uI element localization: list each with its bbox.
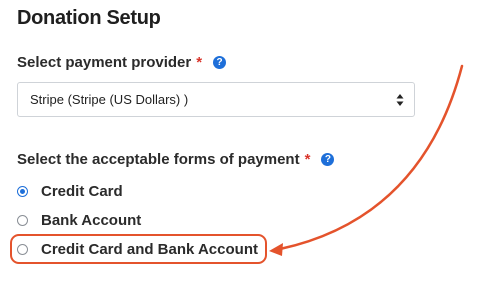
radio-button-checked[interactable] [17,186,28,197]
radio-button[interactable] [17,215,28,226]
chevron-up-down-icon [396,94,404,106]
page-title: Donation Setup [17,7,161,29]
help-icon[interactable]: ? [321,153,335,166]
radio-option-label: Bank Account [41,212,142,229]
payment-provider-label: Select payment provider * ? [17,54,227,71]
required-marker: * [304,151,311,168]
radio-option-credit-card[interactable]: Credit Card [17,183,123,200]
payment-provider-selected-value: Stripe (Stripe (US Dollars) ) [30,92,189,107]
payment-provider-select[interactable]: Stripe (Stripe (US Dollars) ) [17,82,415,117]
annotation-highlight-box [10,234,267,264]
required-marker: * [196,54,203,71]
radio-option-label: Credit Card [41,183,123,200]
payment-forms-label-text: Select the acceptable forms of payment [17,151,300,168]
payment-forms-label: Select the acceptable forms of payment *… [17,151,335,168]
help-icon[interactable]: ? [213,56,227,69]
radio-option-bank-account[interactable]: Bank Account [17,212,141,229]
payment-provider-label-text: Select payment provider [17,54,192,71]
